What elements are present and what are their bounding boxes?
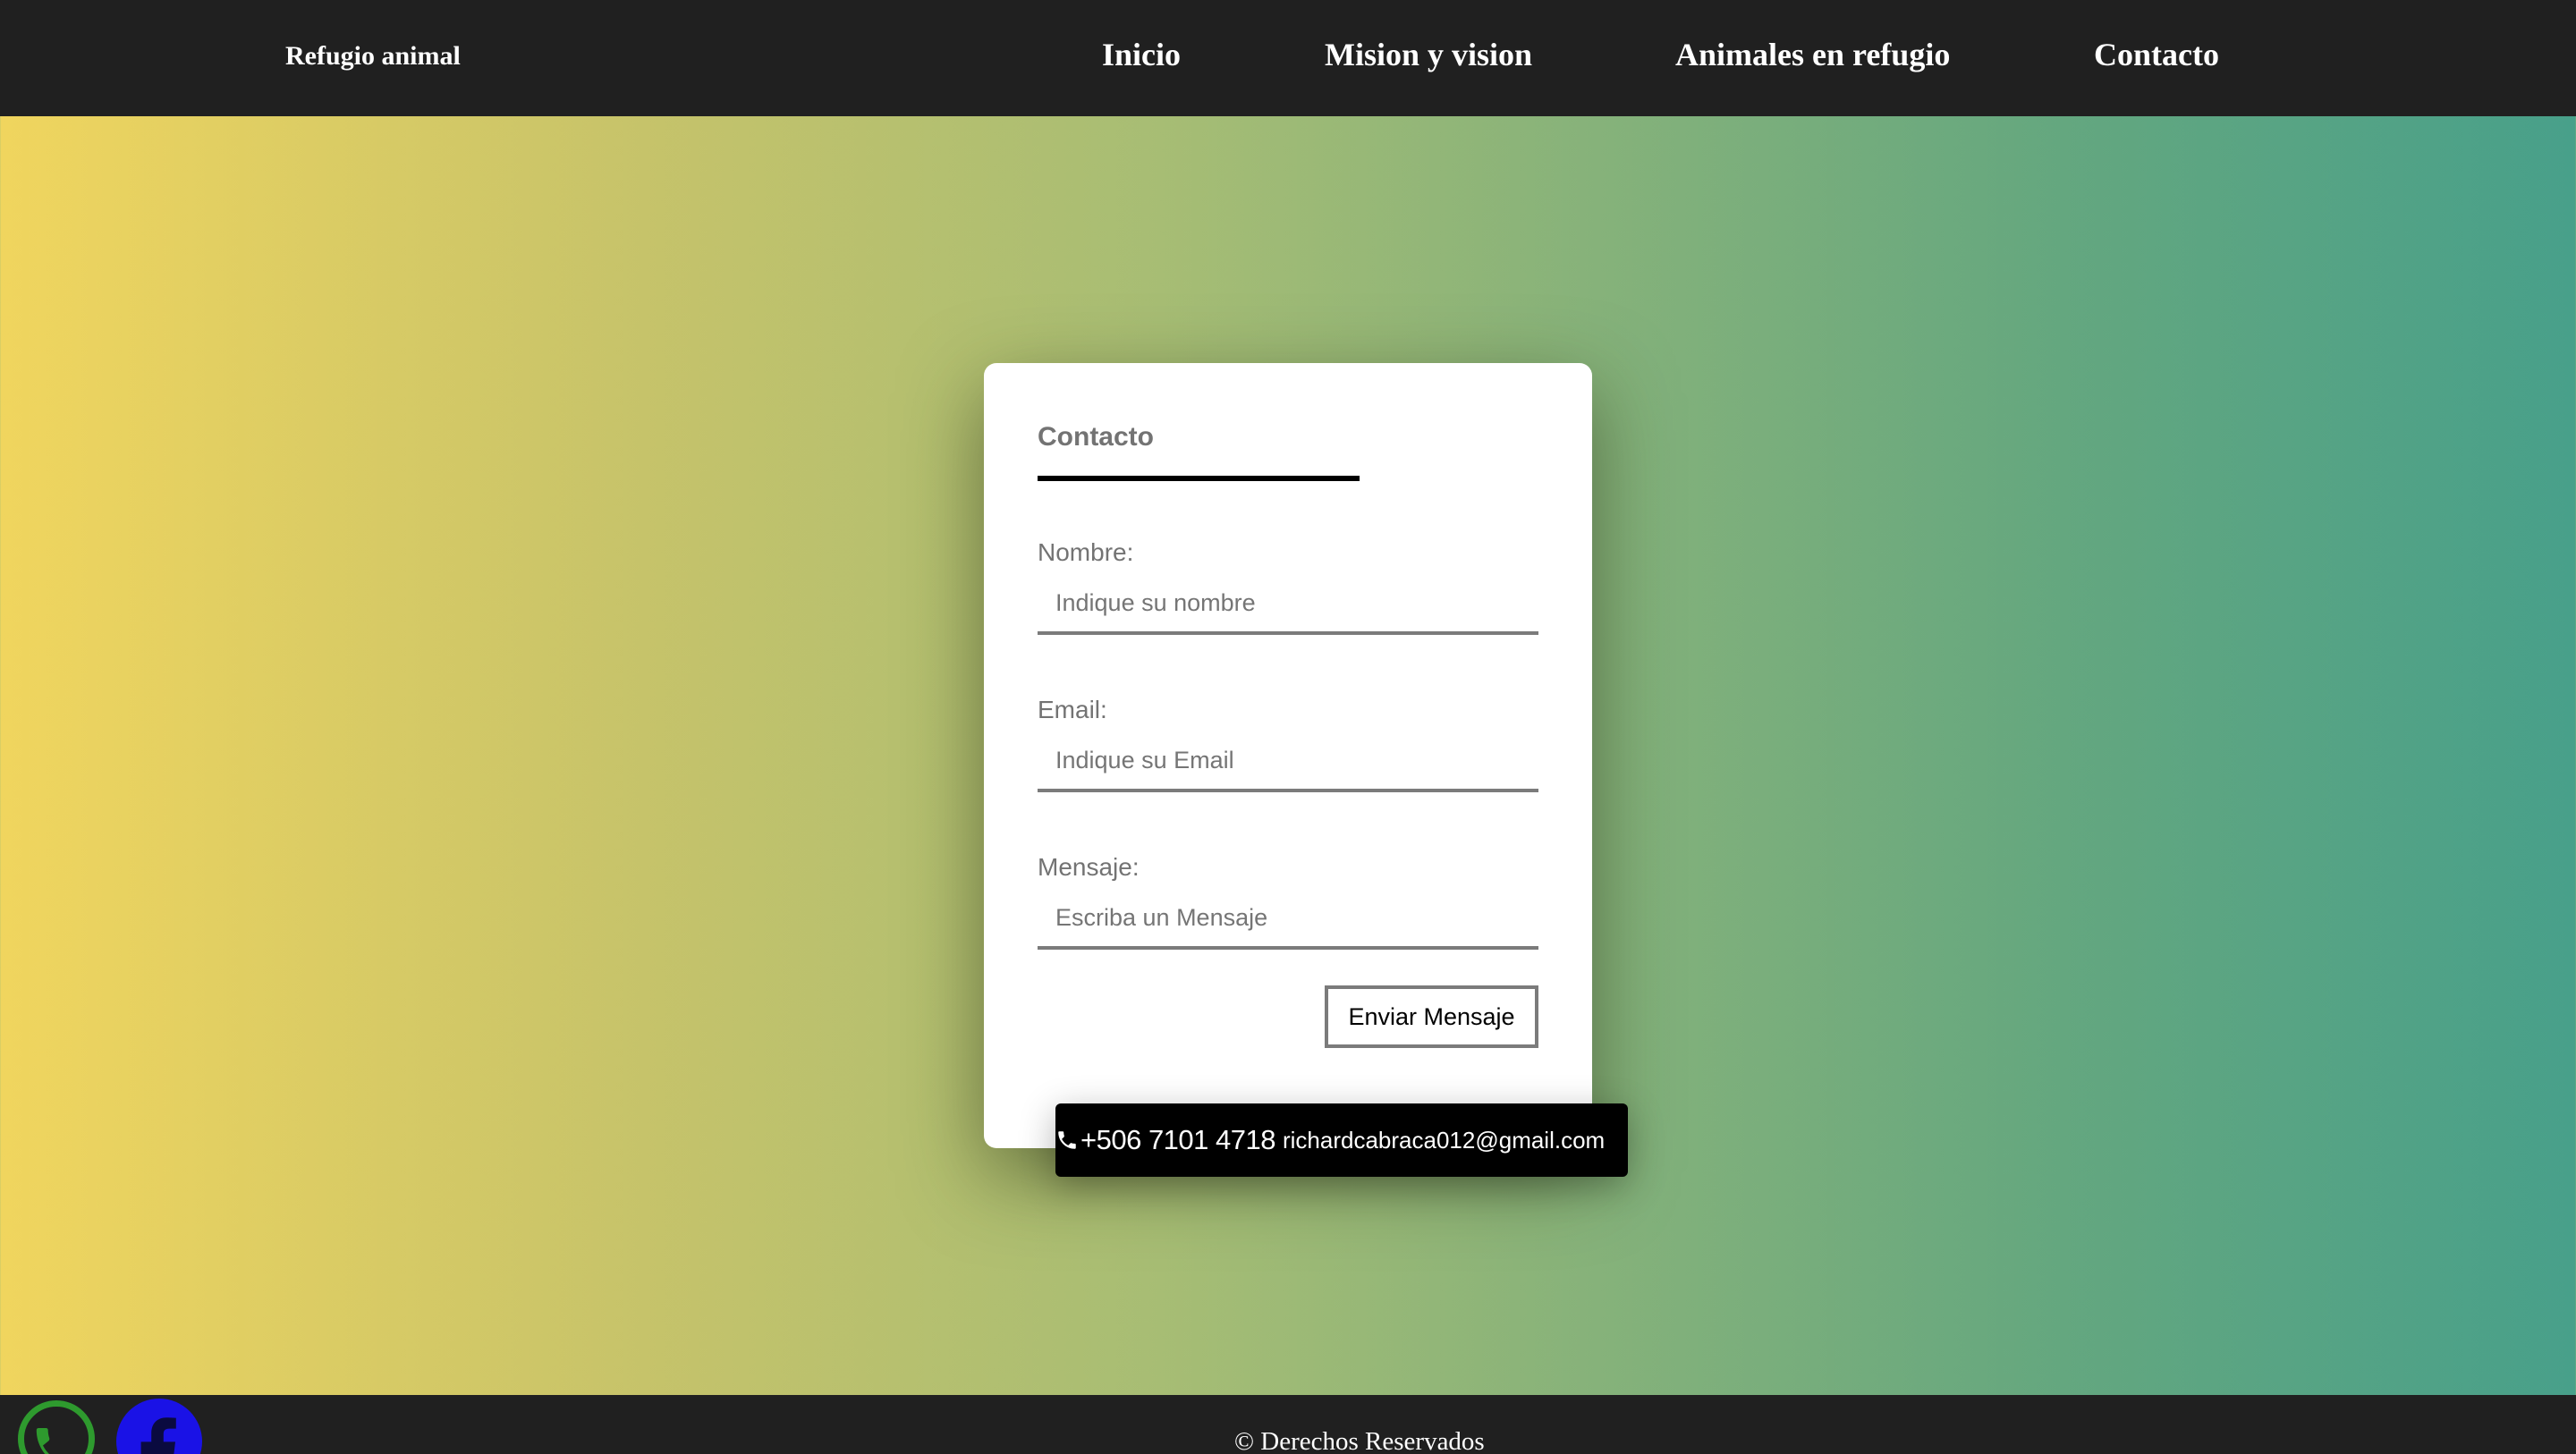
email-address[interactable]: richardcabraca012@gmail.com — [1283, 1127, 1605, 1154]
email-input[interactable] — [1038, 731, 1538, 792]
phone-icon — [1055, 1129, 1079, 1152]
whatsapp-icon[interactable] — [18, 1400, 95, 1454]
name-input[interactable] — [1038, 574, 1538, 635]
contact-info-bar: +506 7101 4718 richardcabraca012@gmail.c… — [1055, 1103, 1628, 1177]
nav-link-inicio[interactable]: Inicio — [1102, 36, 1181, 73]
top-navbar: Refugio animal Inicio Mision y vision An… — [0, 0, 2576, 116]
email-label: Email: — [1038, 696, 1107, 723]
page-footer: © Derechos Reservados — [0, 1395, 2576, 1454]
send-message-button[interactable]: Enviar Mensaje — [1325, 985, 1538, 1048]
phone-number[interactable]: +506 7101 4718 — [1080, 1124, 1275, 1156]
contact-form-card: Contacto Nombre: Email: Mensaje: Enviar … — [984, 363, 1592, 1148]
message-input[interactable] — [1038, 889, 1538, 950]
nav-link-mision-vision[interactable]: Mision y vision — [1325, 36, 1532, 73]
form-title: Contacto — [1038, 422, 1154, 452]
nav-link-contacto[interactable]: Contacto — [2094, 36, 2219, 73]
copyright-text: © Derechos Reservados — [1234, 1427, 1485, 1454]
name-label: Nombre: — [1038, 538, 1134, 566]
title-underline — [1038, 476, 1360, 481]
message-label: Mensaje: — [1038, 853, 1140, 881]
brand-logo-text[interactable]: Refugio animal — [285, 41, 461, 72]
facebook-icon[interactable] — [116, 1399, 202, 1454]
nav-link-animales[interactable]: Animales en refugio — [1675, 36, 1950, 73]
